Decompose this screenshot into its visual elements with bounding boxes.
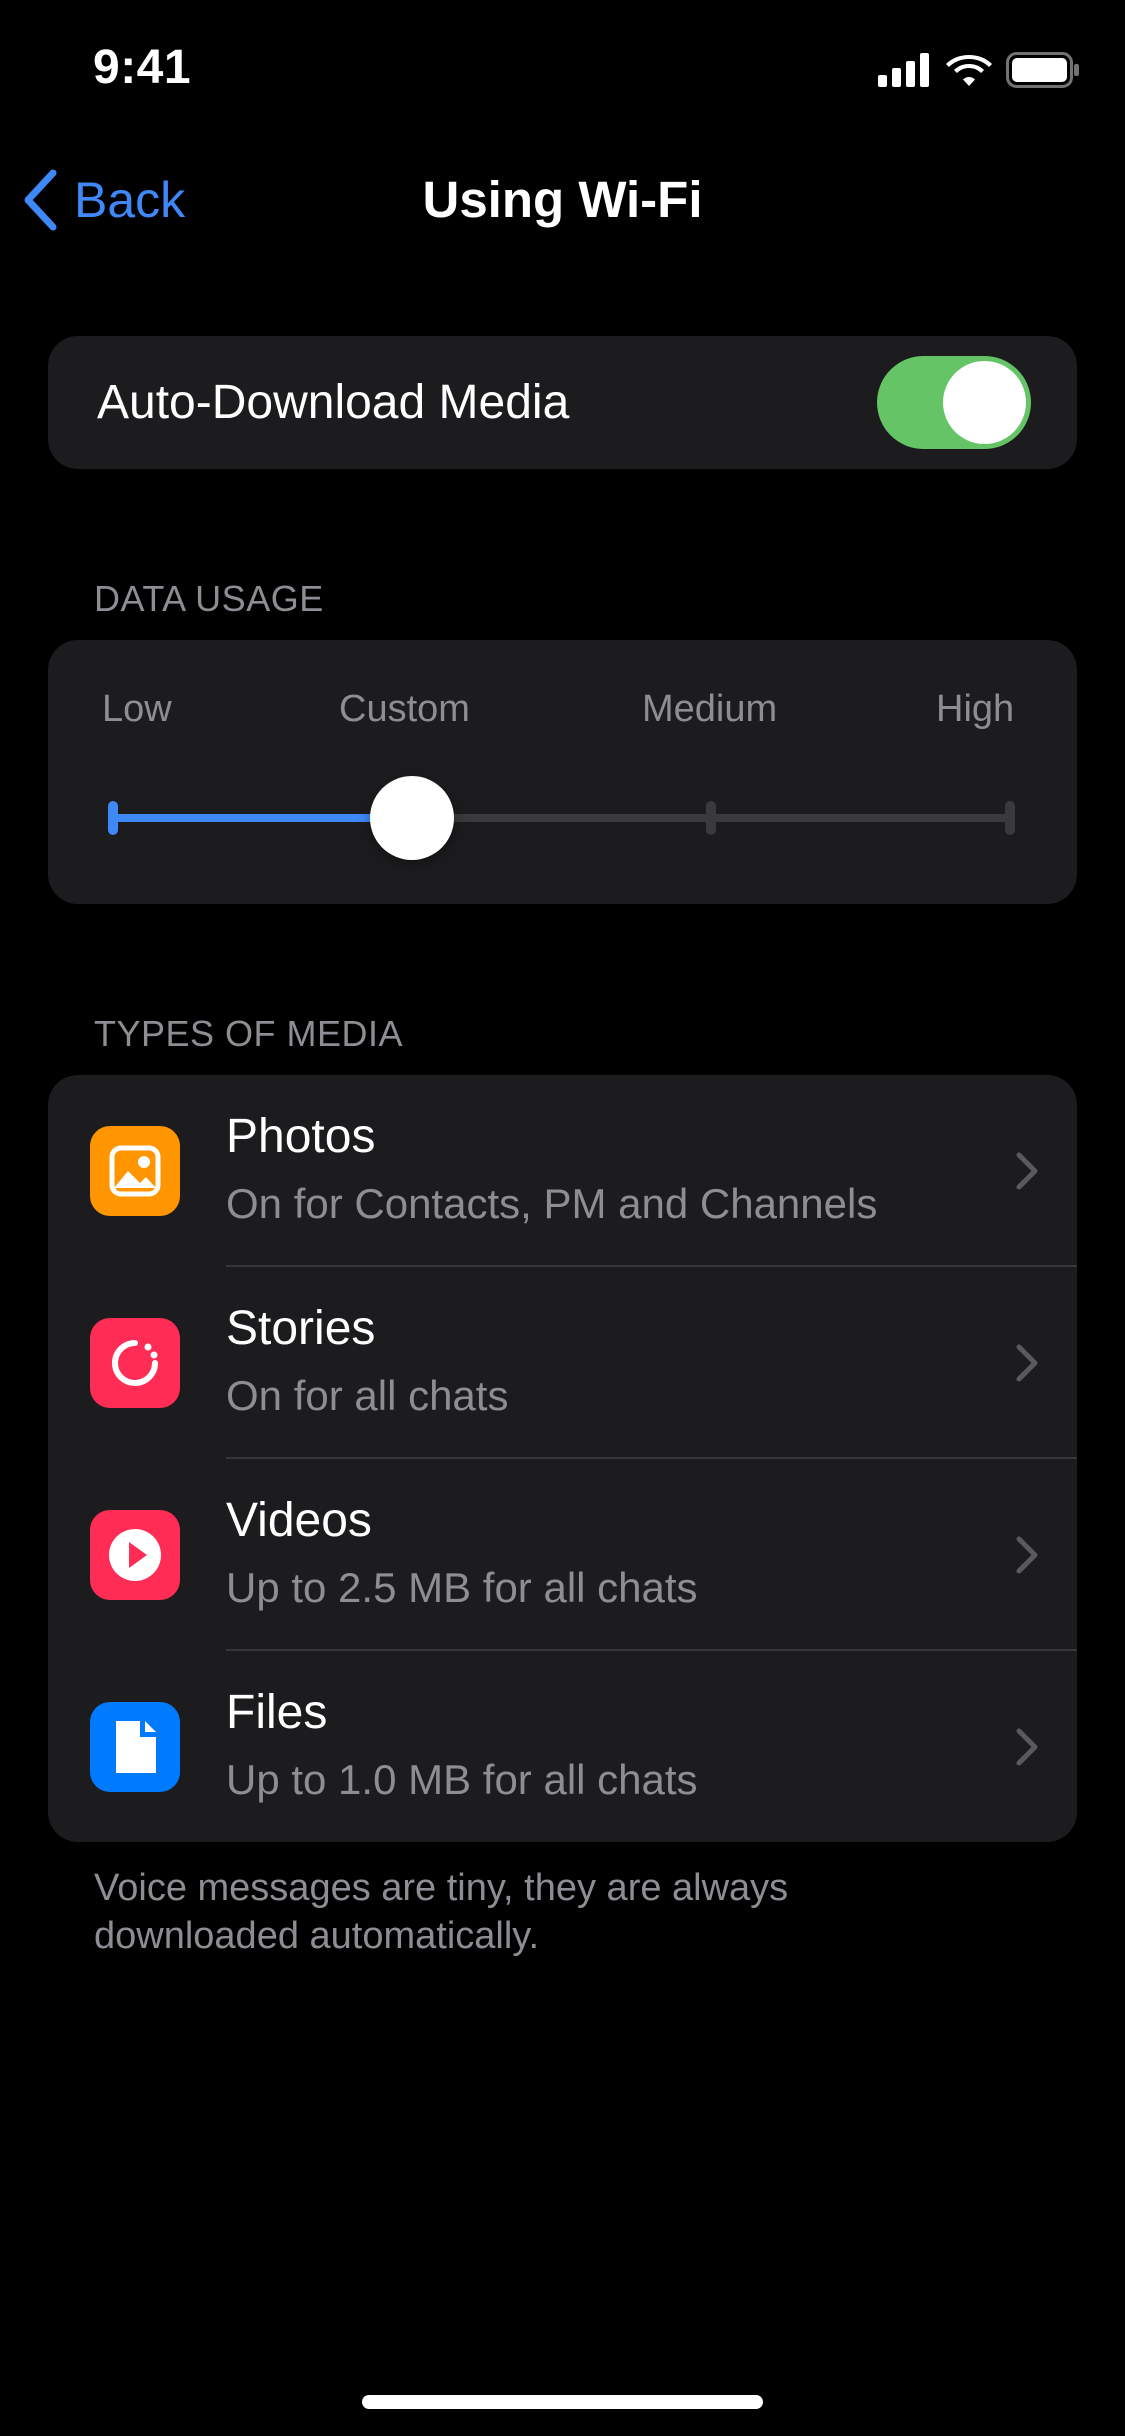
file-icon [90, 1702, 180, 1792]
media-subtitle: Up to 1.0 MB for all chats [226, 1756, 698, 1803]
status-time: 9:41 [93, 41, 192, 94]
status-icons [878, 50, 1080, 90]
media-types-header: TYPES OF MEDIA [94, 1013, 404, 1054]
home-indicator[interactable] [362, 2395, 763, 2409]
chevron-right-icon [1016, 1728, 1038, 1766]
media-title: Files [226, 1686, 328, 1739]
chevron-right-icon [1016, 1152, 1038, 1190]
auto-download-label: Auto-Download Media [97, 376, 570, 429]
auto-download-card: Auto-Download Media [48, 336, 1077, 469]
stories-icon [90, 1318, 180, 1408]
media-row-files[interactable]: Files Up to 1.0 MB for all chats [48, 1651, 1077, 1842]
media-row-videos[interactable]: Videos Up to 2.5 MB for all chats [48, 1459, 1077, 1651]
data-usage-card: Low Custom Medium High [48, 640, 1077, 904]
slider-label-custom[interactable]: Custom [339, 688, 470, 731]
slider-thumb[interactable] [370, 776, 454, 860]
play-icon [90, 1510, 180, 1600]
media-types-card: Photos On for Contacts, PM and Channels … [48, 1075, 1077, 1842]
cellular-signal-icon [878, 53, 929, 87]
media-subtitle: On for Contacts, PM and Channels [226, 1180, 878, 1227]
media-title: Videos [226, 1494, 372, 1547]
battery-icon [1006, 52, 1079, 88]
media-subtitle: Up to 2.5 MB for all chats [226, 1564, 698, 1611]
slider-tick-low [108, 801, 118, 835]
slider-label-high[interactable]: High [936, 688, 1014, 731]
media-title: Photos [226, 1110, 376, 1163]
status-bar: 9:41 [0, 0, 1125, 140]
media-row-stories[interactable]: Stories On for all chats [48, 1267, 1077, 1459]
page-title: Using Wi-Fi [422, 171, 703, 228]
slider-label-low[interactable]: Low [102, 688, 172, 731]
media-row-photos[interactable]: Photos On for Contacts, PM and Channels [48, 1075, 1077, 1267]
chevron-right-icon [1016, 1536, 1038, 1574]
media-title: Stories [226, 1302, 376, 1355]
slider-fill [111, 814, 411, 822]
wifi-icon [946, 55, 992, 86]
data-usage-header: DATA USAGE [94, 578, 324, 619]
auto-download-toggle[interactable] [877, 356, 1031, 449]
media-subtitle: On for all chats [226, 1372, 509, 1419]
chevron-right-icon [1016, 1344, 1038, 1382]
slider-label-medium[interactable]: Medium [642, 688, 777, 731]
slider-tick-medium [706, 801, 716, 835]
photo-icon [90, 1126, 180, 1216]
slider-tick-high [1005, 801, 1015, 835]
toggle-knob [943, 361, 1026, 444]
voice-messages-note: Voice messages are tiny, they are always… [94, 1867, 789, 1957]
